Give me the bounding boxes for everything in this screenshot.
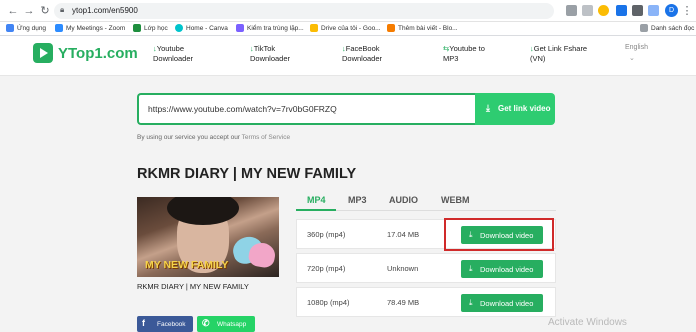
- canva-icon: [175, 24, 183, 32]
- thumbnail-caption: MY NEW FAMILY: [145, 259, 229, 271]
- reading-list-icon: [640, 24, 648, 32]
- download-video-button[interactable]: ⤓ Download video: [461, 294, 543, 312]
- highlight-box: [444, 218, 554, 251]
- thumbnail-title: RKMR DIARY | MY NEW FAMILY: [137, 282, 249, 291]
- nav-youtube-downloader[interactable]: ↓Youtube Downloader: [153, 44, 193, 64]
- bookmark-plagiarism[interactable]: Kiểm tra trùng lặp...: [236, 24, 304, 32]
- quality-label: 360p (mp4): [307, 230, 346, 239]
- back-icon[interactable]: ←: [6, 4, 20, 18]
- url-input[interactable]: https://www.youtube.com/watch?v=7rv0bG0F…: [137, 93, 476, 125]
- translate-icon[interactable]: [566, 5, 577, 16]
- file-size: 17.04 MB: [387, 230, 420, 239]
- nav-tiktok-downloader[interactable]: ↓TikTok Downloader: [250, 44, 290, 64]
- plagiarism-icon: [236, 24, 244, 32]
- file-size: 78.49 MB: [387, 298, 420, 307]
- drive-icon: [310, 24, 318, 32]
- blogger-icon: [387, 24, 395, 32]
- tab-search-icon[interactable]: [648, 5, 659, 16]
- terms-notice: By using our service you accept our Term…: [137, 134, 291, 141]
- bookmark-canva[interactable]: Home - Canva: [175, 24, 228, 32]
- address-url: ytop1.com/en5900: [72, 6, 138, 15]
- download-icon: ⤓: [469, 264, 473, 273]
- reading-list[interactable]: Danh sách đọc: [640, 24, 694, 32]
- tab-mp3[interactable]: MP3: [348, 195, 367, 205]
- tab-audio[interactable]: AUDIO: [389, 195, 418, 205]
- share-facebook-button[interactable]: f Facebook: [137, 316, 193, 332]
- download-video-button[interactable]: ⤓ Download video: [461, 260, 543, 278]
- nav-get-link-fshare[interactable]: ↓Get Link Fshare (VN): [530, 44, 587, 64]
- chevron-down-icon[interactable]: ⌄: [629, 54, 635, 62]
- active-tab-indicator: [296, 209, 336, 211]
- browser-toolbar: ← → ↻ 🔒︎ ytop1.com/en5900 D ⋮: [0, 0, 696, 22]
- file-size: Unknown: [387, 264, 419, 273]
- video-title: RKMR DIARY | MY NEW FAMILY: [137, 166, 357, 182]
- share-whatsapp-button[interactable]: ✆ Whatsapp: [197, 316, 255, 332]
- menu-icon[interactable]: ⋮: [680, 4, 694, 18]
- download-row: 1080p (mp4) 78.49 MB ⤓ Download video: [296, 287, 556, 317]
- forward-icon[interactable]: →: [22, 4, 36, 18]
- zoom-icon: [55, 24, 63, 32]
- download-icon: ⤓: [486, 103, 490, 113]
- bookmark-blogger[interactable]: Thêm bài viết - Blo...: [387, 24, 458, 32]
- quality-label: 720p (mp4): [307, 264, 346, 273]
- address-bar[interactable]: 🔒︎ ytop1.com/en5900: [54, 3, 554, 19]
- url-input-value: https://www.youtube.com/watch?v=7rv0bG0F…: [148, 104, 337, 114]
- lock-icon: 🔒︎: [60, 5, 65, 14]
- nav-youtube-to-mp3[interactable]: ⇆Youtube to MP3: [443, 44, 485, 64]
- nav-facebook-downloader[interactable]: ↓FaceBook Downloader: [342, 44, 382, 64]
- language-select[interactable]: English: [625, 44, 648, 51]
- bookmark-drive[interactable]: Drive của tôi - Goo...: [310, 24, 381, 32]
- profile-avatar[interactable]: D: [665, 4, 678, 17]
- classroom-icon: [133, 24, 141, 32]
- bookmarks-bar: Ứng dụng My Meetings - Zoom Lớp học Home…: [0, 22, 696, 36]
- site-header: YTop1.com ↓Youtube Downloader ↓TikTok Do…: [0, 36, 696, 76]
- format-tabs: MP4 MP3 AUDIO WEBM: [296, 189, 556, 211]
- extension-icon[interactable]: [616, 5, 627, 16]
- bookmark-classroom[interactable]: Lớp học: [133, 24, 168, 32]
- tab-webm[interactable]: WEBM: [441, 195, 470, 205]
- site-logo[interactable]: YTop1.com: [58, 45, 138, 62]
- download-row: 720p (mp4) Unknown ⤓ Download video: [296, 253, 556, 283]
- whatsapp-icon: ✆: [202, 318, 210, 328]
- windows-activation-watermark: Activate Windows: [548, 317, 627, 328]
- puzzle-icon[interactable]: [632, 5, 643, 16]
- reload-icon[interactable]: ↻: [38, 4, 52, 18]
- logo-play-icon[interactable]: [33, 43, 53, 63]
- get-link-button[interactable]: ⤓ Get link video: [475, 93, 555, 125]
- bookmark-zoom[interactable]: My Meetings - Zoom: [55, 24, 125, 32]
- download-icon: ⤓: [469, 298, 473, 307]
- quality-label: 1080p (mp4): [307, 298, 350, 307]
- share-icon[interactable]: [582, 5, 593, 16]
- tab-mp4[interactable]: MP4: [307, 195, 326, 205]
- star-icon[interactable]: [598, 5, 609, 16]
- video-thumbnail: MY NEW FAMILY: [137, 197, 279, 277]
- bookmark-apps[interactable]: Ứng dụng: [6, 24, 46, 32]
- terms-link[interactable]: Terms of Service: [242, 134, 290, 141]
- facebook-icon: f: [142, 318, 145, 328]
- apps-icon: [6, 24, 14, 32]
